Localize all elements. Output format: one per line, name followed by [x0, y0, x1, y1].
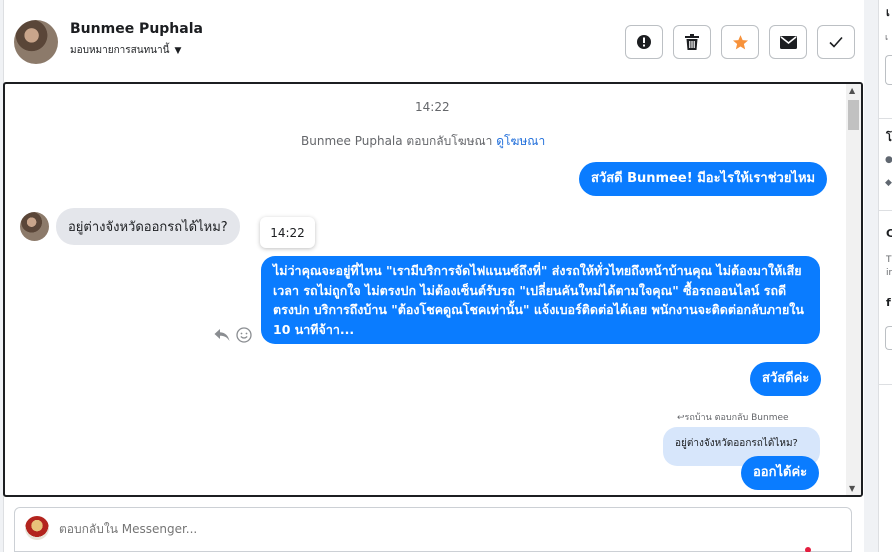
sidebar-fragment: เ — [885, 33, 889, 43]
conversation-toolbar — [625, 25, 855, 59]
caret-down-icon: ▼ — [174, 45, 182, 56]
assign-label: มอบหมายการสนทนานี้ — [70, 45, 170, 56]
alert-circle-icon — [637, 35, 651, 49]
outgoing-message[interactable]: ออกได้ค่ะ — [741, 456, 820, 490]
scroll-down-icon[interactable]: ▼ — [849, 484, 855, 493]
reply-context-label: ↩รถบ้าน ตอบกลับ Bunmee — [677, 410, 789, 424]
mark-done-button[interactable] — [817, 25, 855, 59]
outgoing-long-message[interactable]: ไม่ว่าคุณจะอยู่ที่ไหน "เรามีบริการจัดไฟแ… — [261, 256, 820, 344]
sender-avatar[interactable] — [20, 212, 49, 241]
star-icon — [732, 34, 748, 49]
mark-spam-button[interactable] — [625, 25, 663, 59]
contact-name[interactable]: Bunmee Puphala — [70, 21, 203, 37]
sidebar-fragment: f — [886, 296, 891, 309]
message-actions — [214, 327, 252, 343]
reply-composer[interactable] — [14, 507, 852, 552]
sidebar-divider — [878, 118, 892, 119]
thread-scrollbar[interactable]: ▲ ▼ — [846, 84, 861, 495]
contact-avatar[interactable] — [14, 20, 58, 64]
view-ad-link[interactable]: ดูโฆษณา — [496, 134, 545, 148]
incoming-message[interactable]: อยู่ต่างจังหวัดออกรถได้ไหม? — [56, 208, 240, 245]
reply-input[interactable] — [59, 522, 759, 536]
outgoing-message[interactable]: สวัสดี Bunmee! มีอะไรให้เราช่วยไหม — [579, 162, 828, 196]
scrollbar-thumb[interactable] — [848, 100, 859, 130]
checkmark-icon — [829, 36, 843, 48]
sidebar-divider — [878, 384, 892, 385]
conversation-header: Bunmee Puphala มอบหมายการสนทนานี้ ▼ — [4, 0, 860, 82]
mark-unread-button[interactable] — [769, 25, 807, 59]
sidebar-fragment: T — [886, 255, 892, 265]
star-button[interactable] — [721, 25, 759, 59]
sidebar-field[interactable] — [885, 326, 892, 350]
thread-timestamp: 14:22 — [415, 100, 450, 114]
sidebar-pin-icon: ◆ — [885, 178, 892, 188]
notification-dot — [805, 547, 811, 552]
message-time-tooltip: 14:22 — [260, 217, 315, 248]
sidebar-field[interactable] — [885, 55, 892, 85]
ad-reply-notice: Bunmee Puphala ตอบกลับโฆษณา ดูโฆษณา — [301, 132, 545, 151]
sidebar-fragment: เ — [886, 6, 890, 19]
sidebar-fragment: C — [886, 227, 892, 240]
outgoing-message[interactable]: สวัสดีค่ะ — [750, 362, 822, 396]
delete-button[interactable] — [673, 25, 711, 59]
emoji-react-icon[interactable] — [236, 327, 252, 343]
assign-conversation-dropdown[interactable]: มอบหมายการสนทนานี้ ▼ — [70, 43, 181, 58]
sidebar-dot-icon: ● — [885, 155, 892, 165]
sidebar-divider — [878, 210, 892, 211]
sidebar-fragment: โ — [886, 131, 892, 144]
small-reply-icon: ↩ — [677, 413, 685, 423]
message-thread[interactable]: 14:22 Bunmee Puphala ตอบกลับโฆษณา ดูโฆษณ… — [3, 82, 863, 497]
sidebar-fragment: in — [886, 268, 892, 278]
page-avatar — [25, 516, 49, 540]
scroll-up-icon[interactable]: ▲ — [849, 86, 855, 95]
trash-icon — [685, 34, 699, 50]
envelope-icon — [779, 35, 797, 49]
ad-reply-text: Bunmee Puphala ตอบกลับโฆษณา — [301, 134, 493, 148]
reply-context-text: รถบ้าน ตอบกลับ Bunmee — [684, 413, 789, 423]
reply-icon[interactable] — [214, 328, 230, 342]
